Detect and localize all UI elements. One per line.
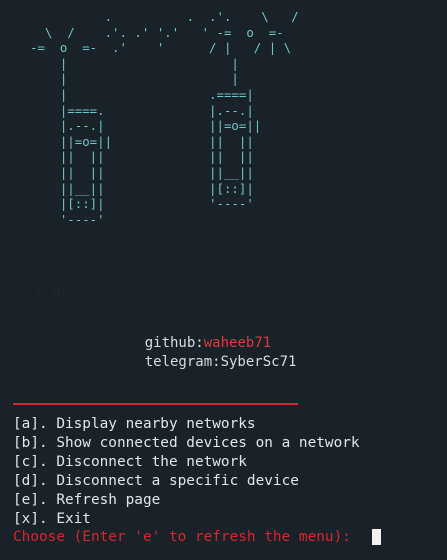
terminal-window[interactable]: . . .'. \ / \ / .'. .' '.' ' -= o =- -= … <box>0 0 447 560</box>
menu-item-refresh-page: [e]. Refresh page <box>13 492 161 508</box>
menu-item-disconnect-device: [d]. Disconnect a specific device <box>13 473 299 489</box>
menu-options: [a]. Display nearby networks [b]. Show c… <box>13 415 360 529</box>
menu-item-disconnect-network: [c]. Disconnect the network <box>13 454 247 470</box>
menu-item-exit: [x]. Exit <box>13 511 91 527</box>
telegram-username: SyberSc71 <box>220 354 297 370</box>
telegram-label: telegram: <box>144 354 221 370</box>
menu-divider <box>13 403 298 405</box>
input-prompt: Choose (Enter 'e' to refresh the menu): <box>13 529 360 545</box>
ascii-banner-art: . . .'. \ / \ / .'. .' '.' ' -= o =- -= … <box>30 9 299 227</box>
menu-item-display-nearby-networks: [a]. Display nearby networks <box>13 416 256 432</box>
menu-item-show-connected-devices: [b]. Show connected devices on a network <box>13 435 360 451</box>
terminal-cursor[interactable] <box>372 529 381 545</box>
telegram-line: telegram:SyberSc71 <box>111 338 297 386</box>
